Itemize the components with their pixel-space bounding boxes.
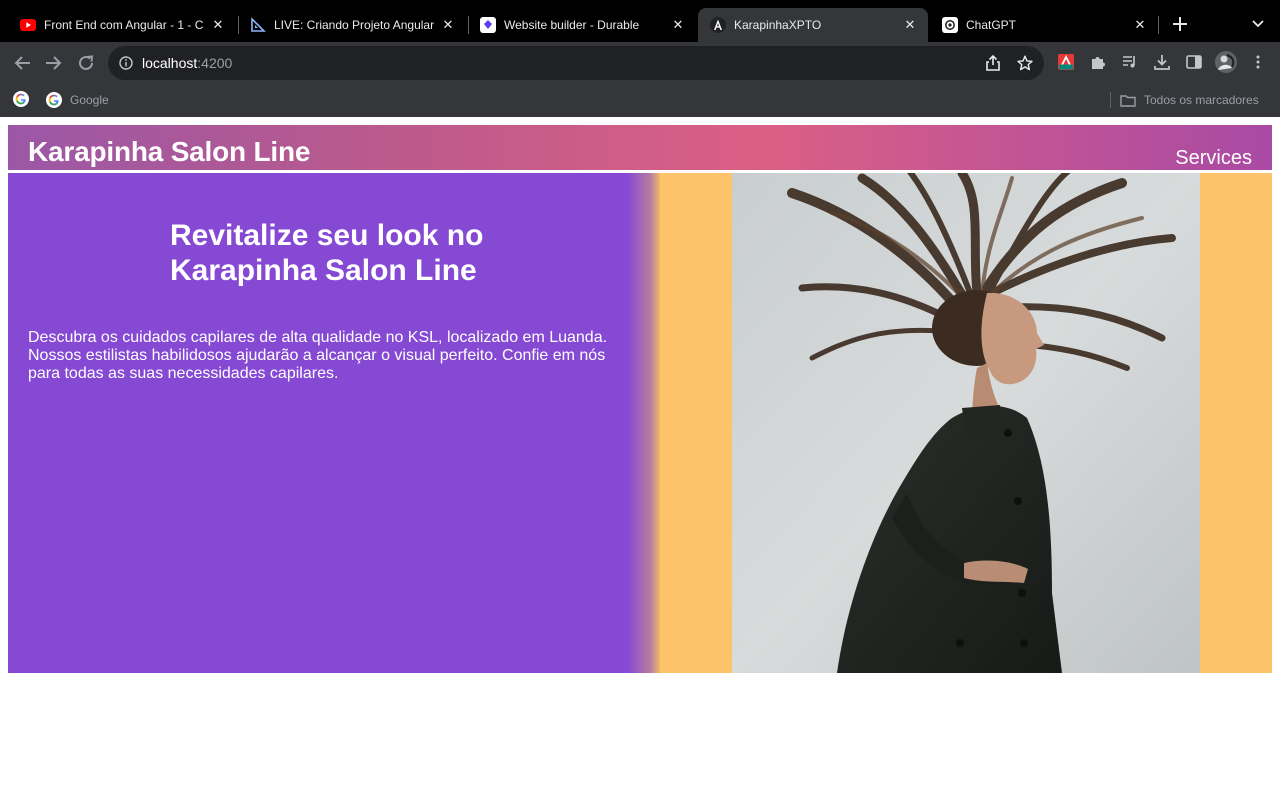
tab-title: ChatGPT (966, 18, 1017, 32)
bookmark-google-shortcut[interactable] (13, 90, 29, 110)
close-icon[interactable]: ✕ (1132, 17, 1148, 33)
tab-durable[interactable]: Website builder - Durable ✕ (468, 8, 696, 42)
side-panel-icon[interactable] (1183, 51, 1205, 73)
url-port: :4200 (197, 55, 233, 71)
google-icon (46, 92, 62, 108)
tab-karapinhaxpto[interactable]: KarapinhaXPTO ✕ (698, 8, 928, 42)
hero-description: Descubra os cuidados capilares de alta q… (28, 329, 608, 382)
url-text[interactable]: localhost:4200 (142, 55, 232, 71)
all-bookmarks-button[interactable]: Todos os marcadores (1120, 91, 1259, 109)
bookmarks-bar: Google Todos os marcadores (0, 84, 1280, 117)
reload-icon (79, 55, 94, 70)
all-bookmarks-label: Todos os marcadores (1144, 93, 1259, 107)
star-icon[interactable] (1016, 54, 1034, 72)
youtube-icon (20, 17, 36, 33)
back-button[interactable] (10, 51, 34, 75)
address-bar[interactable]: localhost:4200 (108, 46, 1044, 80)
url-host: localhost (142, 55, 198, 71)
tab-search-button[interactable] (1246, 12, 1270, 36)
hero-text-panel: Revitalize seu look no Karapinha Salon L… (8, 173, 660, 673)
profile-avatar[interactable] (1215, 51, 1237, 73)
download-icon[interactable] (1151, 51, 1173, 73)
close-icon[interactable]: ✕ (902, 17, 918, 33)
share-icon[interactable] (984, 54, 1002, 72)
tab-title: KarapinhaXPTO (734, 18, 822, 32)
plus-icon (1173, 17, 1187, 31)
tab-chatgpt[interactable]: ChatGPT ✕ (930, 8, 1158, 42)
close-icon[interactable]: ✕ (440, 17, 456, 33)
more-vert-icon[interactable] (1247, 51, 1269, 73)
hero-photo (732, 173, 1200, 673)
tab-live-angular[interactable]: LIVE: Criando Projeto Angular ✕ (238, 8, 466, 42)
bookmark-google[interactable]: Google (46, 91, 109, 109)
angular-icon (710, 17, 726, 33)
folder-icon (1120, 94, 1136, 107)
tab-separator (1158, 16, 1159, 34)
site-header: Karapinha Salon Line Services (8, 125, 1272, 170)
chevron-down-icon (1252, 20, 1264, 28)
woman-with-flowing-hair-photo (732, 173, 1200, 673)
forward-button[interactable] (42, 51, 66, 75)
bookmark-label: Google (70, 93, 109, 107)
hero-title: Revitalize seu look no Karapinha Salon L… (170, 219, 484, 287)
extension-2023-icon[interactable] (1055, 51, 1077, 73)
nav-services-link[interactable]: Services (1175, 147, 1252, 170)
close-icon[interactable]: ✕ (670, 17, 686, 33)
durable-icon (480, 17, 496, 33)
google-icon (13, 90, 29, 110)
hero-image-panel (660, 173, 1272, 673)
site-brand[interactable]: Karapinha Salon Line (28, 136, 310, 168)
tab-youtube[interactable]: Front End com Angular - 1 - C ✕ (8, 8, 236, 42)
info-icon[interactable] (119, 56, 133, 70)
chatgpt-icon (942, 17, 958, 33)
set-square-icon (250, 17, 266, 33)
reload-button[interactable] (74, 51, 98, 75)
tab-title: LIVE: Criando Projeto Angular (274, 18, 434, 32)
reading-list-icon[interactable] (1119, 51, 1141, 73)
browser-tabstrip: Front End com Angular - 1 - C ✕ LIVE: Cr… (0, 0, 1280, 42)
puzzle-icon[interactable] (1087, 51, 1109, 73)
tab-title: Front End com Angular - 1 - C (44, 18, 204, 32)
close-icon[interactable]: ✕ (210, 17, 226, 33)
tab-title: Website builder - Durable (504, 18, 640, 32)
new-tab-button[interactable] (1168, 12, 1192, 36)
arrow-right-icon (46, 56, 62, 70)
bookmarks-separator (1110, 92, 1111, 108)
arrow-left-icon (14, 56, 30, 70)
